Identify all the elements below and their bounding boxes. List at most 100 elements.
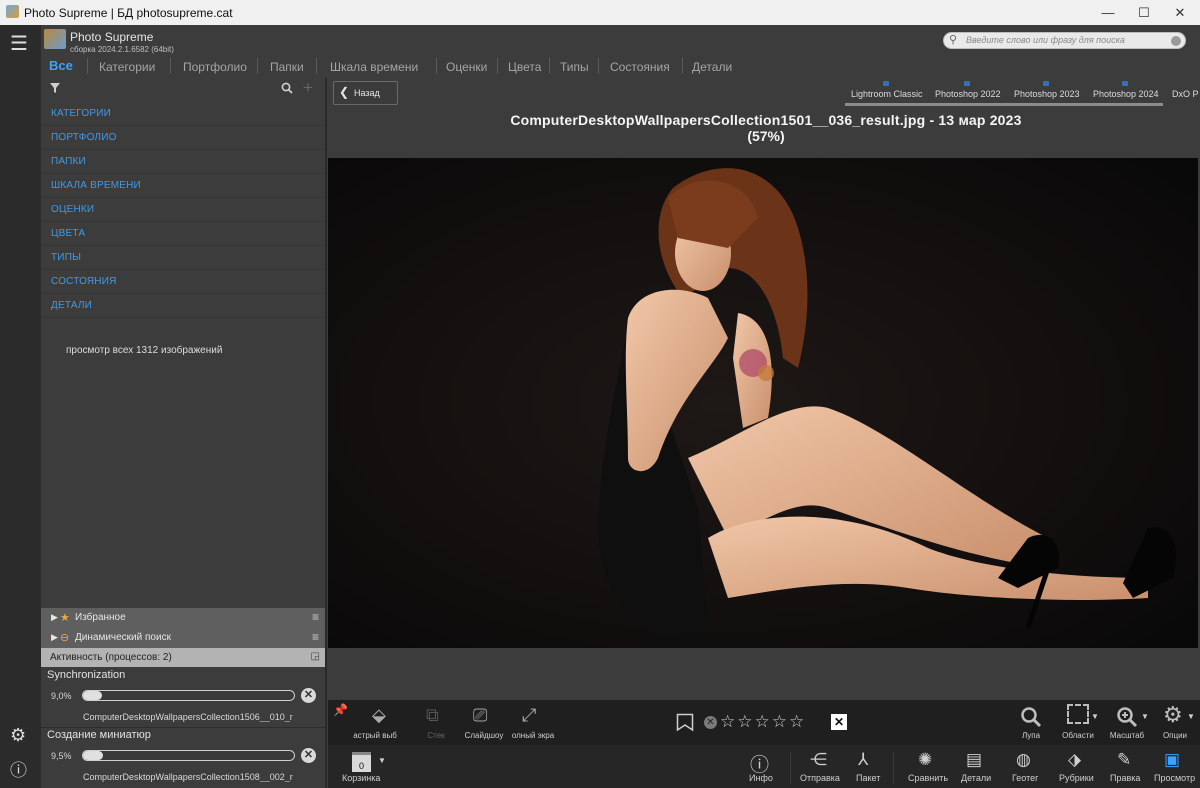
batch-icon[interactable]: ⅄ xyxy=(858,750,868,770)
brush-icon[interactable]: ✎ xyxy=(1117,750,1131,770)
dropdown-arrow-icon[interactable]: ▼ xyxy=(378,756,386,765)
globe-icon[interactable]: ◍ xyxy=(1016,750,1031,770)
back-label: Назад xyxy=(354,88,380,98)
geotag-button[interactable]: Геотег xyxy=(1012,773,1038,783)
slideshow-button[interactable]: Слайдшоу xyxy=(462,731,506,740)
external-editor-ps2023[interactable]: Photoshop 2023 xyxy=(1014,89,1080,99)
close-button[interactable]: ✕ xyxy=(1160,0,1200,25)
category-item[interactable]: ПАПКИ xyxy=(41,150,325,174)
options-button[interactable]: Опции xyxy=(1158,731,1192,740)
cancel-process-button[interactable]: ✕ xyxy=(301,688,316,703)
external-editor-ps2024[interactable]: Photoshop 2024 xyxy=(1093,89,1159,99)
fullscreen-icon[interactable]: ⤢ xyxy=(522,705,536,726)
tag-icon[interactable]: ⬗ xyxy=(1068,750,1081,770)
info-button[interactable]: Инфо xyxy=(749,773,773,783)
external-editors-scrollbar[interactable] xyxy=(845,103,1163,106)
search-input[interactable]: ⚲ Введите слово или фразу для поиска xyxy=(943,32,1186,49)
filter-icon[interactable] xyxy=(49,82,61,94)
edit-button[interactable]: Правка xyxy=(1110,773,1140,783)
back-button[interactable]: ❮ Назад xyxy=(333,81,398,105)
tab-divider xyxy=(598,58,599,74)
fullscreen-button[interactable]: олный экра xyxy=(506,731,560,740)
external-editor-dxo[interactable]: DxO P xyxy=(1172,89,1199,99)
back-arrow-icon: ❮ xyxy=(339,85,350,99)
share-icon[interactable]: ⋲ xyxy=(810,750,827,770)
details-button[interactable]: Детали xyxy=(961,773,991,783)
category-item[interactable]: СОСТОЯНИЯ xyxy=(41,270,325,294)
photo-preview[interactable] xyxy=(328,158,1198,648)
loupe-button[interactable]: Лупа xyxy=(1014,731,1048,740)
regions-button[interactable]: Области xyxy=(1058,731,1098,740)
loupe-icon[interactable] xyxy=(1020,706,1042,728)
tab-ratings[interactable]: Оценки xyxy=(446,60,487,74)
regions-icon[interactable] xyxy=(1067,704,1089,724)
tab-colors[interactable]: Цвета xyxy=(508,60,541,74)
cancel-process-button[interactable]: ✕ xyxy=(301,748,316,763)
dropdown-arrow-icon[interactable]: ▼ xyxy=(1141,712,1149,721)
process-item: Synchronization 9,0% ✕ ComputerDesktopWa… xyxy=(41,669,325,727)
add-icon[interactable]: + xyxy=(303,78,313,98)
process-file: ComputerDesktopWallpapersCollection1508_… xyxy=(83,772,293,782)
gear-icon[interactable]: ⚙ xyxy=(10,725,26,746)
category-item[interactable]: ПОРТФОЛИО xyxy=(41,126,325,150)
app-name: Photo Supreme xyxy=(70,30,154,44)
flag-icon[interactable] xyxy=(676,713,694,732)
details-book-icon[interactable]: ▤ xyxy=(966,750,982,770)
tab-folders[interactable]: Папки xyxy=(270,60,304,74)
section-menu-icon[interactable]: ≡ xyxy=(312,630,319,644)
clear-search-icon[interactable] xyxy=(1171,36,1181,46)
compare-icon[interactable]: ✺ xyxy=(918,750,932,770)
basket-count[interactable]: 0 xyxy=(352,752,371,772)
clear-rating-icon[interactable]: ✕ xyxy=(704,716,717,729)
dynamic-search-section[interactable]: ▶ ⊖ Динамический поиск ≡ xyxy=(41,628,325,648)
category-item[interactable]: КАТЕГОРИИ xyxy=(41,102,325,126)
pin-icon[interactable]: 📌 xyxy=(333,703,348,717)
quick-select-icon[interactable]: ⬙ xyxy=(372,705,386,726)
category-item[interactable]: ЦВЕТА xyxy=(41,222,325,246)
hamburger-menu-icon[interactable]: ☰ xyxy=(10,31,28,56)
window-title: Photo Supreme | БД photosupreme.cat xyxy=(24,6,233,20)
view-button[interactable]: Просмотр xyxy=(1154,773,1195,783)
tab-types[interactable]: Типы xyxy=(560,60,589,74)
help-icon[interactable]: ⓘ xyxy=(10,756,27,781)
tab-divider xyxy=(87,58,88,74)
quick-select-button[interactable]: астрый выб xyxy=(339,731,411,740)
favorites-section[interactable]: ▶ ★ Избранное ≡ xyxy=(41,608,325,628)
expand-arrow-icon[interactable]: ▶ xyxy=(51,632,58,643)
batch-button[interactable]: Пакет xyxy=(856,773,880,783)
category-item[interactable]: ШКАЛА ВРЕМЕНИ xyxy=(41,174,325,198)
tab-timeline[interactable]: Шкала времени xyxy=(330,60,418,74)
view-icon[interactable]: ▣ xyxy=(1164,750,1180,770)
category-item[interactable]: ОЦЕНКИ xyxy=(41,198,325,222)
undock-icon[interactable]: ◲ xyxy=(311,651,320,662)
reject-icon[interactable]: ✕ xyxy=(831,714,847,730)
left-rail: ☰ ⚙ ⓘ xyxy=(0,25,41,788)
compare-button[interactable]: Сравнить xyxy=(908,773,948,783)
category-item[interactable]: ДЕТАЛИ xyxy=(41,294,325,318)
view-all-link[interactable]: просмотр всех 1312 изображений xyxy=(66,345,222,356)
external-editor-lightroom[interactable]: Lightroom Classic xyxy=(851,89,923,99)
minimize-button[interactable]: — xyxy=(1088,0,1128,25)
photoshop-icon xyxy=(964,81,970,86)
tab-categories[interactable]: Категории xyxy=(99,60,155,74)
dropdown-arrow-icon[interactable]: ▼ xyxy=(1187,712,1195,721)
expand-arrow-icon[interactable]: ▶ xyxy=(51,612,58,623)
search-categories-icon[interactable] xyxy=(281,82,293,94)
external-editor-ps2022[interactable]: Photoshop 2022 xyxy=(935,89,1001,99)
section-menu-icon[interactable]: ≡ xyxy=(312,610,319,624)
options-gear-icon[interactable]: ⚙ xyxy=(1163,702,1183,728)
zoom-icon[interactable] xyxy=(1116,706,1138,728)
rubrics-button[interactable]: Рубрики xyxy=(1059,773,1094,783)
zoom-button[interactable]: Масштаб xyxy=(1106,731,1148,740)
rating-stars[interactable]: ☆☆☆☆☆ xyxy=(720,712,806,732)
category-item[interactable]: ТИПЫ xyxy=(41,246,325,270)
slideshow-icon[interactable]: ⎚ xyxy=(473,705,487,726)
tab-details[interactable]: Детали xyxy=(692,60,732,74)
basket-button[interactable]: Корзинка xyxy=(342,773,380,783)
tab-all[interactable]: Все xyxy=(49,58,73,73)
send-button[interactable]: Отправка xyxy=(800,773,840,783)
tab-portfolio[interactable]: Портфолио xyxy=(183,60,247,74)
tab-states[interactable]: Состояния xyxy=(610,60,670,74)
maximize-button[interactable]: ☐ xyxy=(1124,0,1164,25)
dropdown-arrow-icon[interactable]: ▼ xyxy=(1091,712,1099,721)
